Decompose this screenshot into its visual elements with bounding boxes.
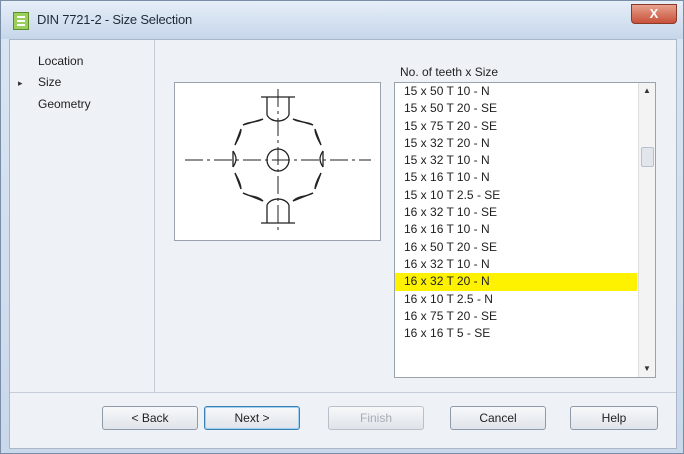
selected-list-item[interactable]: 16 x 32 T 20 - N <box>395 273 637 291</box>
wizard-steps-nav: Location ▸ Size Geometry <box>10 40 155 392</box>
list-item[interactable]: 16 x 16 T 10 - N <box>395 221 637 238</box>
size-list-items: 15 x 50 T 10 - N 15 x 50 T 20 - SE 15 x 75… <box>395 83 637 342</box>
scroll-up-arrow-icon[interactable]: ▲ <box>639 83 655 99</box>
list-item[interactable]: 15 x 10 T 2.5 - SE <box>395 187 637 204</box>
list-item[interactable]: 15 x 50 T 10 - N <box>395 83 637 100</box>
list-item[interactable]: 16 x 50 T 20 - SE <box>395 239 637 256</box>
list-scrollbar[interactable]: ▲ ▼ <box>638 83 655 377</box>
title-bar[interactable]: DIN 7721-2 - Size Selection X <box>1 1 683 39</box>
next-button[interactable]: Next > <box>204 406 300 430</box>
list-item[interactable]: 15 x 32 T 10 - N <box>395 152 637 169</box>
cancel-button[interactable]: Cancel <box>450 406 546 430</box>
app-icon <box>13 12 29 30</box>
close-button[interactable]: X <box>631 4 677 24</box>
button-separator <box>10 392 676 393</box>
list-item[interactable]: 15 x 32 T 20 - N <box>395 135 637 152</box>
list-item[interactable]: 15 x 50 T 20 - SE <box>395 100 637 117</box>
list-item[interactable]: 15 x 16 T 10 - N <box>395 169 637 186</box>
sprocket-drawing <box>185 89 371 233</box>
list-item[interactable]: 15 x 75 T 20 - SE <box>395 118 637 135</box>
list-item[interactable]: 16 x 10 T 2.5 - N <box>395 291 637 308</box>
dialog-window: DIN 7721-2 - Size Selection X Location ▸… <box>0 0 684 454</box>
scroll-down-arrow-icon[interactable]: ▼ <box>639 361 655 377</box>
current-step-arrow-icon: ▸ <box>18 78 23 88</box>
list-item[interactable]: 16 x 32 T 10 - N <box>395 256 637 273</box>
window-title: DIN 7721-2 - Size Selection <box>37 12 193 27</box>
scroll-thumb[interactable] <box>641 147 654 167</box>
back-button[interactable]: < Back <box>102 406 198 430</box>
nav-item-size[interactable]: Size <box>38 75 61 89</box>
list-caption: No. of teeth x Size <box>400 65 499 79</box>
list-item[interactable]: 16 x 75 T 20 - SE <box>395 308 637 325</box>
list-item[interactable]: 16 x 16 T 5 - SE <box>395 325 637 342</box>
nav-item-geometry[interactable]: Geometry <box>38 97 91 111</box>
list-item[interactable]: 16 x 32 T 10 - SE <box>395 204 637 221</box>
help-button[interactable]: Help <box>570 406 658 430</box>
size-listbox[interactable]: 15 x 50 T 10 - N 15 x 50 T 20 - SE 15 x 75… <box>394 82 656 378</box>
finish-button[interactable]: Finish <box>328 406 424 430</box>
nav-item-location[interactable]: Location <box>38 54 83 68</box>
sprocket-preview <box>174 82 381 241</box>
dialog-body: Location ▸ Size Geometry No. of teeth x … <box>9 39 677 449</box>
